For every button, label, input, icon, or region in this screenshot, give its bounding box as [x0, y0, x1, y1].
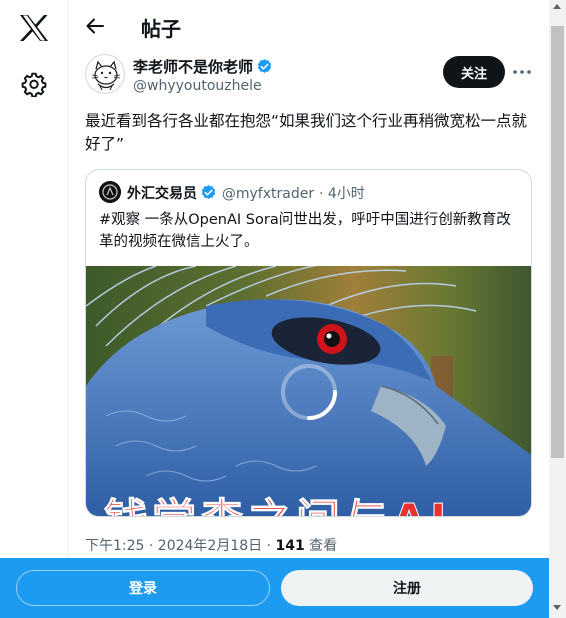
author-handle[interactable]: @whyyoutouzhele	[133, 78, 262, 94]
scrollbar[interactable]	[549, 0, 566, 618]
left-rail	[0, 0, 68, 618]
quoted-name: 外汇交易员	[127, 186, 197, 202]
scroll-down-arrow[interactable]	[553, 605, 561, 610]
quoted-tweet[interactable]: 外汇交易员 @myfxtrader · 4小时 #观察 一条从OpenAI So…	[85, 169, 532, 517]
quoted-time: · 4小时	[318, 186, 365, 202]
tweet-text: 最近看到各行各业都在抱怨“如果我们这个行业再稍微宽松一点就好了”	[85, 112, 528, 153]
login-prompt-bar: 登录 注册	[0, 558, 549, 618]
tweet-author: 李老师不是你老师 @whyyoutouzhele 关注	[85, 54, 535, 100]
scroll-thumb[interactable]	[551, 26, 564, 458]
view-count: 141	[275, 538, 305, 554]
view-label: 查看	[304, 538, 338, 554]
page-title: 帖子	[141, 17, 181, 41]
verified-icon	[257, 59, 272, 73]
quoted-avatar	[99, 181, 121, 203]
main-column: 帖子 李老师不是你老师 @whyyoutouzhele 关注 最近看到各行各业都…	[69, 0, 548, 618]
quoted-text: #观察 一条从OpenAI Sora问世出发，呼吁中国进行创新教育改革的视频在微…	[99, 212, 511, 250]
author-name[interactable]: 李老师不是你老师	[133, 58, 253, 76]
avatar[interactable]	[85, 54, 125, 94]
quoted-handle: @myfxtrader	[221, 186, 315, 202]
quoted-name-row: 外汇交易员 @myfxtrader · 4小时	[127, 183, 365, 203]
quoted-video-thumbnail[interactable]: 钱学森之问与AI	[86, 266, 531, 517]
signup-button[interactable]: 注册	[281, 570, 533, 606]
quoted-avatar-icon	[99, 181, 121, 203]
page-header: 帖子	[69, 0, 548, 52]
author-name-row[interactable]: 李老师不是你老师	[133, 56, 273, 77]
cat-avatar-icon	[91, 60, 121, 91]
verified-icon	[201, 185, 216, 199]
tweet-timestamp[interactable]: 下午1:25 · 2024年2月18日 ·	[85, 538, 276, 554]
follow-button[interactable]: 关注	[443, 56, 505, 88]
video-frame-image	[86, 266, 531, 516]
login-button[interactable]: 登录	[16, 570, 270, 606]
back-arrow-icon[interactable]	[83, 14, 107, 38]
x-logo-icon[interactable]	[19, 14, 49, 42]
video-caption: 钱学森之问与AI	[103, 484, 450, 517]
tweet-meta: 下午1:25 · 2024年2月18日 · 141 查看	[85, 535, 337, 555]
more-icon[interactable]	[511, 62, 533, 82]
settings-icon[interactable]	[21, 71, 47, 97]
app: 帖子 李老师不是你老师 @whyyoutouzhele 关注 最近看到各行各业都…	[0, 0, 566, 618]
scroll-up-arrow[interactable]	[553, 4, 561, 9]
